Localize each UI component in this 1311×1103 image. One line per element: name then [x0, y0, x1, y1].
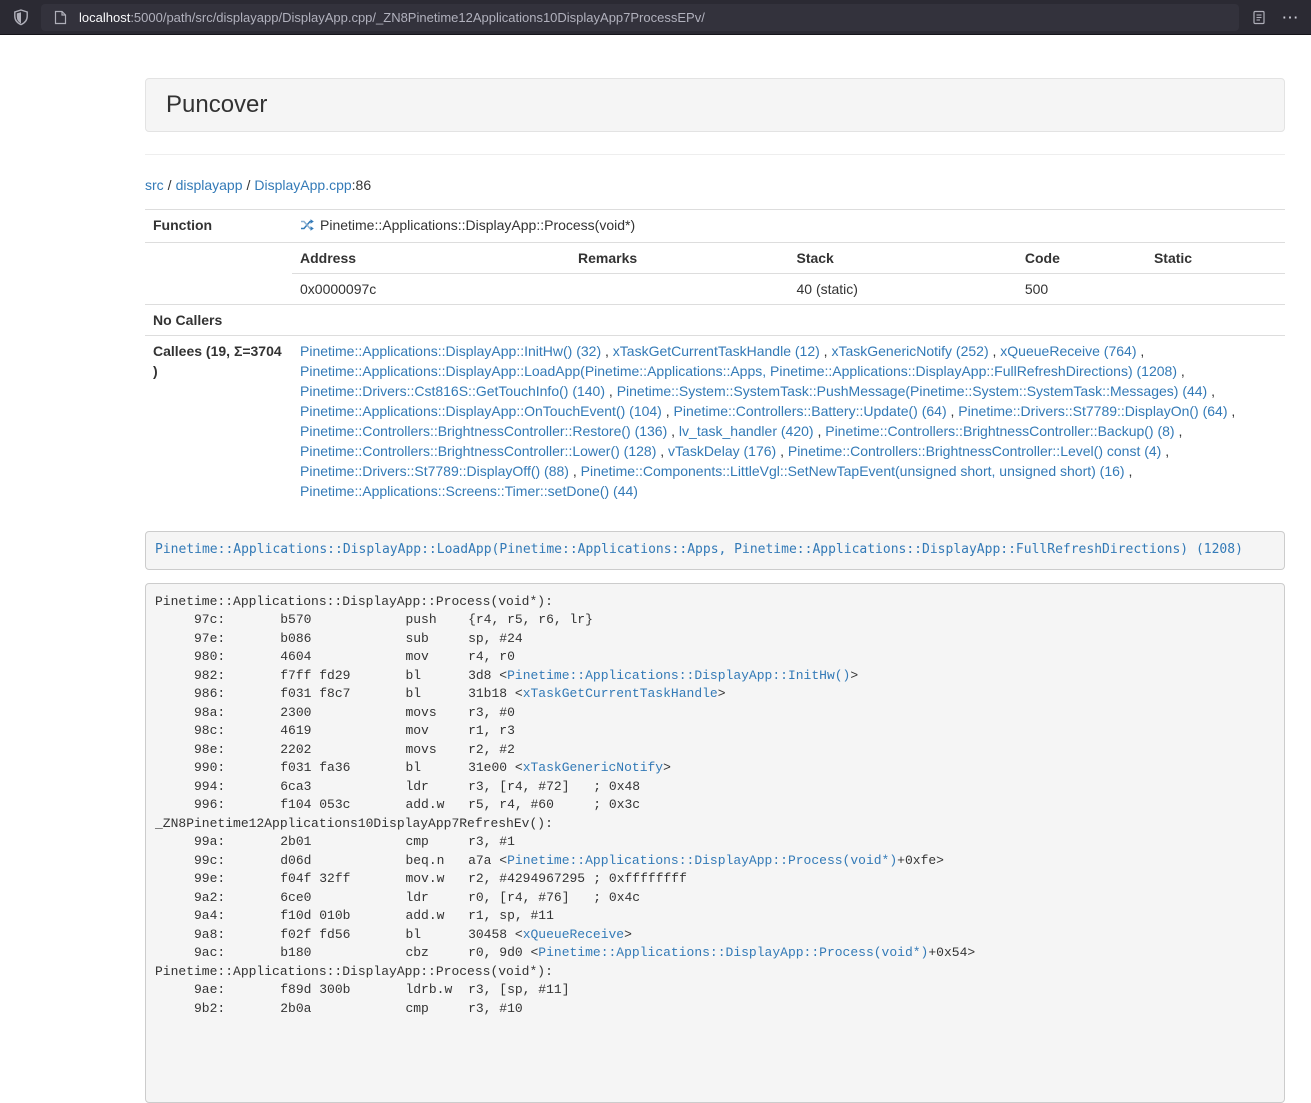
callee-separator: ,	[662, 403, 674, 419]
address-value: 0x0000097c	[292, 274, 570, 305]
symbol-table: Function Pinetime::Applications::Display…	[145, 209, 1285, 506]
callee-link[interactable]: Pinetime::Drivers::St7789::DisplayOff() …	[300, 463, 569, 479]
static-value	[1146, 274, 1285, 305]
callee-link[interactable]: Pinetime::Controllers::BrightnessControl…	[300, 443, 656, 459]
function-row: Function Pinetime::Applications::Display…	[145, 210, 1285, 243]
callee-link[interactable]: xTaskGetCurrentTaskHandle (12)	[613, 343, 820, 359]
url-text: localhost:5000/path/src/displayapp/Displ…	[79, 10, 705, 25]
callee-link[interactable]: Pinetime::Controllers::BrightnessControl…	[300, 423, 667, 439]
callee-link[interactable]: Pinetime::Controllers::BrightnessControl…	[825, 423, 1174, 439]
callee-link[interactable]: Pinetime::System::SystemTask::PushMessag…	[617, 383, 1208, 399]
breadcrumb-file[interactable]: DisplayApp.cpp	[254, 177, 351, 193]
callee-link[interactable]: Pinetime::Drivers::St7789::DisplayOn() (…	[958, 403, 1227, 419]
metrics-header-row: Address Remarks Stack Code Static	[292, 243, 1285, 274]
breadcrumb-separator: /	[168, 177, 172, 193]
callee-link[interactable]: Pinetime::Applications::DisplayApp::Load…	[300, 363, 1177, 379]
callee-link[interactable]: xQueueReceive (764)	[1000, 343, 1136, 359]
disassembly-symbol-link[interactable]: Pinetime::Applications::DisplayApp::Proc…	[538, 945, 928, 960]
app-title-panel: Puncover	[145, 78, 1285, 132]
breadcrumb-separator: /	[247, 177, 251, 193]
function-row-label: Function	[145, 210, 292, 243]
callee-link[interactable]: vTaskDelay (176)	[668, 443, 776, 459]
col-header-remarks: Remarks	[570, 243, 788, 274]
callee-separator: ,	[605, 383, 617, 399]
function-type-icon	[300, 218, 314, 232]
symbol-metrics-table: Address Remarks Stack Code Static 0x0000…	[292, 243, 1285, 304]
breadcrumb-src[interactable]: src	[145, 177, 164, 193]
no-callers-row: No Callers	[145, 305, 1285, 336]
callee-separator: ,	[989, 343, 1001, 359]
callee-link[interactable]: lv_task_handler (420)	[679, 423, 814, 439]
tracking-protection-shield-icon[interactable]	[10, 6, 32, 28]
disassembly-symbol-link[interactable]: xQueueReceive	[523, 927, 624, 942]
metrics-value-row: 0x0000097c 40 (static) 500	[292, 274, 1285, 305]
highlighted-symbol-box: Pinetime::Applications::DisplayApp::Load…	[145, 531, 1285, 570]
callee-link[interactable]: Pinetime::Controllers::Battery::Update()…	[674, 403, 947, 419]
url-path: :5000/path/src/displayapp/DisplayApp.cpp…	[130, 10, 705, 25]
col-header-address: Address	[292, 243, 570, 274]
reader-view-icon[interactable]	[1248, 6, 1270, 28]
function-name-wrap: Pinetime::Applications::DisplayApp::Proc…	[300, 215, 635, 235]
callee-link[interactable]: Pinetime::Applications::Screens::Timer::…	[300, 483, 638, 499]
callee-separator: ,	[820, 343, 832, 359]
breadcrumb: src/displayapp/DisplayApp.cpp:86	[145, 175, 1285, 195]
col-header-static: Static	[1146, 243, 1285, 274]
url-bar[interactable]: localhost:5000/path/src/displayapp/Displ…	[41, 4, 1239, 31]
callees-label: Callees (19, Σ=3704 )	[145, 336, 292, 507]
disassembly-box: Pinetime::Applications::DisplayApp::Proc…	[145, 583, 1285, 1103]
no-callers-label: No Callers	[145, 305, 292, 336]
code-value: 500	[1017, 274, 1146, 305]
callee-separator: ,	[1161, 443, 1169, 459]
overflow-menu-icon[interactable]: ⋯	[1279, 6, 1301, 28]
callee-separator: ,	[814, 423, 826, 439]
callee-link[interactable]: Pinetime::Drivers::Cst816S::GetTouchInfo…	[300, 383, 605, 399]
remarks-value	[570, 274, 788, 305]
function-name: Pinetime::Applications::DisplayApp::Proc…	[320, 215, 635, 235]
callees-list: Pinetime::Applications::DisplayApp::Init…	[300, 343, 1235, 499]
callee-separator: ,	[601, 343, 613, 359]
metrics-row: Address Remarks Stack Code Static 0x0000…	[145, 243, 1285, 305]
callee-link[interactable]: xTaskGenericNotify (252)	[831, 343, 988, 359]
callee-link[interactable]: Pinetime::Components::LittleVgl::SetNewT…	[581, 463, 1125, 479]
callee-link[interactable]: Pinetime::Controllers::BrightnessControl…	[788, 443, 1161, 459]
disassembly-symbol-link[interactable]: xTaskGetCurrentTaskHandle	[523, 686, 718, 701]
col-header-code: Code	[1017, 243, 1146, 274]
callee-separator: ,	[667, 423, 679, 439]
callee-separator: ,	[947, 403, 959, 419]
callee-separator: ,	[569, 463, 581, 479]
main-content: Puncover src/displayapp/DisplayApp.cpp:8…	[145, 35, 1285, 1103]
metrics-row-spacer	[145, 243, 292, 305]
callee-link[interactable]: Pinetime::Applications::DisplayApp::OnTo…	[300, 403, 662, 419]
app-title: Puncover	[166, 91, 267, 118]
callee-separator: ,	[1177, 363, 1185, 379]
stack-value: 40 (static)	[788, 274, 1016, 305]
disassembly-symbol-link[interactable]: Pinetime::Applications::DisplayApp::Init…	[507, 668, 850, 683]
callee-separator: ,	[1125, 463, 1133, 479]
disassembly-symbol-link[interactable]: Pinetime::Applications::DisplayApp::Proc…	[507, 853, 897, 868]
disassembly-symbol-link[interactable]: xTaskGenericNotify	[523, 760, 663, 775]
col-header-stack: Stack	[788, 243, 1016, 274]
callee-separator: ,	[656, 443, 668, 459]
callee-separator: ,	[1136, 343, 1144, 359]
callee-separator: ,	[1207, 383, 1215, 399]
callee-separator: ,	[776, 443, 788, 459]
divider	[145, 154, 1285, 155]
callee-separator: ,	[1175, 423, 1183, 439]
highlighted-symbol-link[interactable]: Pinetime::Applications::DisplayApp::Load…	[155, 542, 1243, 557]
breadcrumb-displayapp[interactable]: displayapp	[176, 177, 243, 193]
page-info-icon[interactable]	[49, 6, 71, 28]
browser-toolbar: localhost:5000/path/src/displayapp/Displ…	[0, 0, 1311, 35]
disassembly-code: Pinetime::Applications::DisplayApp::Proc…	[155, 594, 975, 1016]
callee-link[interactable]: Pinetime::Applications::DisplayApp::Init…	[300, 343, 601, 359]
callee-separator: ,	[1228, 403, 1236, 419]
breadcrumb-line-number: :86	[352, 177, 371, 193]
callees-row: Callees (19, Σ=3704 ) Pinetime::Applicat…	[145, 336, 1285, 507]
url-host: localhost	[79, 10, 130, 25]
